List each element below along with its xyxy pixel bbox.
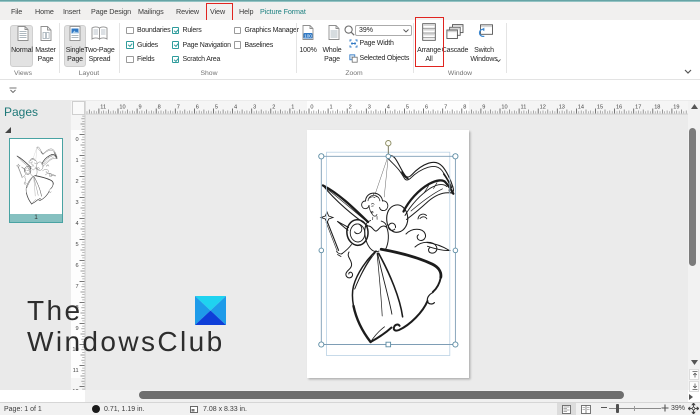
svg-text:3: 3: [368, 105, 371, 111]
svg-text:6: 6: [425, 105, 428, 111]
svg-text:5: 5: [215, 105, 218, 111]
svg-text:9: 9: [139, 105, 142, 111]
svg-text:2: 2: [272, 105, 275, 111]
svg-text:17: 17: [635, 105, 641, 111]
svg-text:10: 10: [501, 105, 507, 111]
svg-text:2: 2: [349, 105, 352, 111]
svg-text:6: 6: [196, 105, 199, 111]
svg-text:10: 10: [119, 105, 125, 111]
svg-text:12: 12: [72, 389, 78, 390]
svg-text:0: 0: [75, 137, 78, 143]
svg-text:8: 8: [463, 105, 466, 111]
svg-text:15: 15: [597, 105, 603, 111]
svg-text:11: 11: [521, 105, 527, 111]
svg-text:7: 7: [177, 105, 180, 111]
svg-text:1: 1: [330, 105, 333, 111]
svg-text:4: 4: [234, 105, 237, 111]
svg-text:8: 8: [158, 105, 161, 111]
svg-text:6: 6: [75, 263, 78, 269]
svg-text:100: 100: [304, 33, 312, 38]
svg-text:2: 2: [75, 179, 78, 185]
svg-text:4: 4: [75, 221, 78, 227]
svg-text:13: 13: [559, 105, 565, 111]
svg-text:11: 11: [100, 105, 106, 111]
svg-text:4: 4: [387, 105, 390, 111]
svg-text:1: 1: [75, 158, 78, 164]
svg-text:12: 12: [540, 105, 546, 111]
svg-text:3: 3: [253, 105, 256, 111]
svg-text:5: 5: [75, 242, 78, 248]
svg-text:19: 19: [673, 105, 679, 111]
svg-text:16: 16: [616, 105, 622, 111]
svg-text:7: 7: [444, 105, 447, 111]
svg-text:14: 14: [578, 105, 584, 111]
svg-text:11: 11: [73, 368, 79, 374]
svg-text:1: 1: [291, 105, 294, 111]
svg-text:0: 0: [310, 105, 313, 111]
svg-text:7: 7: [75, 284, 78, 290]
svg-text:18: 18: [654, 105, 660, 111]
svg-text:3: 3: [75, 200, 78, 206]
svg-text:5: 5: [406, 105, 409, 111]
svg-text:9: 9: [482, 105, 485, 111]
